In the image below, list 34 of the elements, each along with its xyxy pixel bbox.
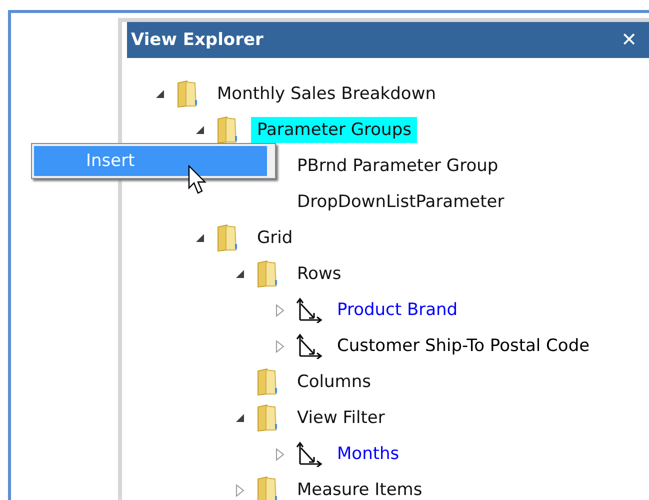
collapse-arrow-icon[interactable] <box>195 233 205 243</box>
folder-icon <box>255 476 279 500</box>
folder-icon <box>255 368 279 396</box>
expand-arrow-icon[interactable] <box>275 340 285 352</box>
folder-icon <box>255 260 279 288</box>
tree-item[interactable]: Measure Items <box>291 477 428 500</box>
collapse-arrow-icon[interactable] <box>235 413 245 423</box>
tree-item[interactable]: View Filter <box>291 405 391 431</box>
tree-item[interactable]: PBrnd Parameter Group <box>291 153 504 179</box>
tree-item[interactable]: Columns <box>291 369 377 395</box>
axes-icon <box>295 297 323 323</box>
folder-icon <box>215 224 239 252</box>
tree-item[interactable]: Parameter Groups <box>251 117 418 143</box>
tree-item[interactable]: DropDownListParameter <box>291 189 510 215</box>
tree-item[interactable]: Months <box>331 441 406 467</box>
axes-icon <box>295 333 323 359</box>
tree-item[interactable]: Product Brand <box>331 297 464 323</box>
collapse-arrow-icon[interactable] <box>155 89 165 99</box>
close-button[interactable]: ✕ <box>617 29 641 51</box>
panel-title: View Explorer <box>131 30 264 50</box>
axes-icon <box>295 441 323 467</box>
expand-arrow-icon[interactable] <box>275 304 285 316</box>
mouse-cursor-icon <box>188 165 208 195</box>
tree-item[interactable]: Monthly Sales Breakdown <box>211 81 442 107</box>
folder-icon <box>175 80 199 108</box>
folder-icon <box>215 116 239 144</box>
folder-icon <box>255 404 279 432</box>
expand-arrow-icon[interactable] <box>235 484 245 496</box>
tree-item[interactable]: Rows <box>291 261 348 287</box>
collapse-arrow-icon[interactable] <box>195 125 205 135</box>
expand-arrow-icon[interactable] <box>275 448 285 460</box>
collapse-arrow-icon[interactable] <box>235 269 245 279</box>
tree-item[interactable]: Customer Ship-To Postal Code <box>331 333 596 359</box>
tree-item[interactable]: Grid <box>251 225 299 251</box>
